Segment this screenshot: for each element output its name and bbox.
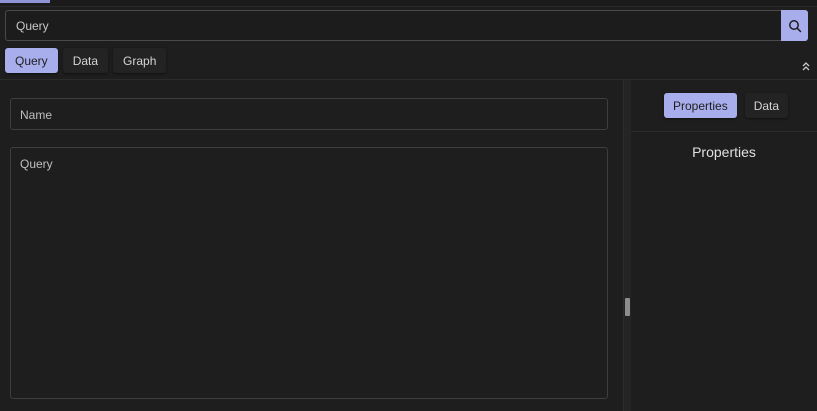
splitter-handle[interactable] [625,298,630,316]
search-input[interactable] [16,19,756,33]
name-placeholder: Name [20,108,53,122]
main-tabs: Query Data Graph [5,48,167,73]
search-bar[interactable] [5,10,808,41]
top-bar [0,0,817,7]
panel-splitter[interactable] [623,80,631,411]
side-panel-tabs: Properties Data [664,93,789,118]
search-button[interactable] [781,10,808,41]
properties-title: Properties [692,144,756,160]
tab-query[interactable]: Query [5,48,58,73]
tab-data[interactable]: Data [62,48,109,73]
tab-graph[interactable]: Graph [113,48,167,73]
name-field[interactable]: Name [10,98,608,130]
side-panel-divider [631,131,817,132]
active-window-indicator [0,0,50,3]
query-textarea[interactable]: Query [10,147,608,399]
tab-properties[interactable]: Properties [664,93,737,118]
tab-side-data[interactable]: Data [744,93,789,118]
search-icon [788,19,801,32]
side-panel: Properties Data Properties [631,80,817,411]
query-placeholder: Query [20,157,53,171]
double-chevron-up-icon[interactable] [800,60,812,72]
editor-panel: Name Query [0,80,623,411]
